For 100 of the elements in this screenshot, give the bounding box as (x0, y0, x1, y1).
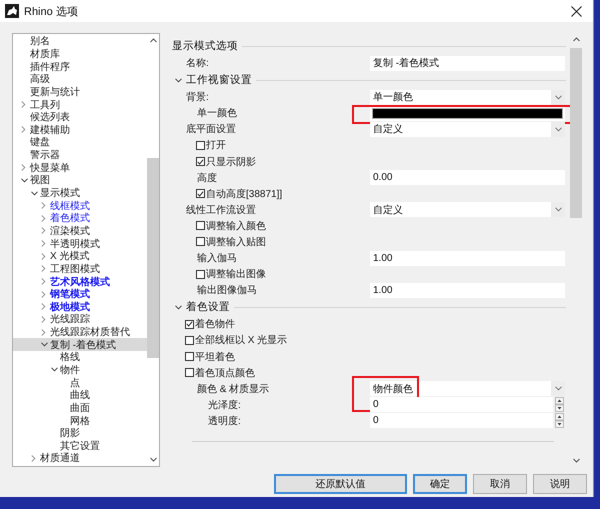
checkbox[interactable] (185, 336, 194, 345)
chevron-right-icon[interactable] (41, 278, 46, 285)
checkbox[interactable] (185, 368, 194, 378)
tree-item[interactable]: 材质库 (13, 48, 147, 60)
tree-item[interactable]: 视图 (13, 174, 147, 187)
scroll-up-icon[interactable] (150, 38, 156, 43)
dialog-button[interactable]: 取消 (473, 474, 527, 494)
tree-item[interactable]: 极地模式 (13, 300, 147, 314)
dropdown[interactable]: 自定义 (370, 122, 565, 137)
chevron-down-icon[interactable] (175, 304, 182, 310)
chevron-right-icon[interactable] (21, 126, 26, 134)
input-field[interactable]: 0.00 (370, 170, 565, 186)
tree-item[interactable]: 格线 (13, 351, 147, 364)
chevron-right-icon[interactable] (41, 316, 46, 323)
tree-item[interactable]: 网格 (13, 414, 147, 427)
scroll-down-icon[interactable] (150, 457, 156, 462)
color-swatch[interactable] (372, 108, 563, 119)
dialog-button[interactable]: 说明 (533, 474, 587, 494)
dropdown[interactable]: 自定义 (370, 202, 565, 218)
number-field[interactable]: 0 (370, 413, 553, 428)
scroll-down-icon[interactable] (572, 458, 580, 463)
tree-item[interactable]: 阴影 (13, 426, 147, 440)
dialog-button[interactable]: 确定 (413, 474, 467, 494)
dropdown[interactable]: 单一颜色 (370, 90, 565, 105)
checkbox-label: 调整输出图像 (206, 268, 266, 282)
tree-item[interactable]: 键盘 (13, 136, 147, 149)
section-title: 工作视窗设置 (186, 73, 252, 88)
tree-item[interactable]: 曲线 (13, 388, 147, 402)
checkbox[interactable] (196, 270, 205, 279)
chevron-down-icon[interactable] (31, 190, 38, 196)
tree-item[interactable]: 工程图模式 (13, 262, 147, 276)
tree-item[interactable]: 复制 -着色模式 (13, 338, 147, 352)
tree-item[interactable]: 钢笔模式 (13, 288, 147, 300)
chevron-down-icon[interactable] (21, 178, 28, 183)
tree-item[interactable]: X 光模式 (13, 250, 147, 263)
checkbox-label: 着色顶点颜色 (195, 366, 255, 380)
checkbox[interactable] (196, 157, 205, 166)
tree-item[interactable]: 点 (13, 376, 147, 389)
chevron-right-icon[interactable] (41, 265, 46, 272)
checkbox[interactable] (196, 189, 205, 198)
checkbox[interactable] (185, 352, 194, 362)
chevron-down-icon[interactable] (51, 367, 58, 372)
tree-item[interactable]: 候选列表 (13, 110, 147, 124)
dropdown[interactable]: 物件颜色 (370, 381, 565, 396)
chevron-right-icon[interactable] (31, 454, 36, 462)
tree-item[interactable]: 光线跟踪材质替代 (13, 326, 147, 338)
chevron-right-icon[interactable] (41, 328, 46, 336)
chevron-right-icon[interactable] (41, 303, 46, 310)
field-label: 名称: (186, 57, 209, 70)
scroll-up-icon[interactable] (572, 37, 580, 42)
checkbox[interactable] (185, 320, 194, 329)
checkbox-label: 全部线框以 X 光显示 (195, 334, 288, 348)
chevron-right-icon[interactable] (21, 164, 26, 172)
field-label: 背景: (186, 90, 209, 104)
tree-item[interactable]: 艺术风格模式 (13, 275, 147, 288)
field-label: 光泽度: (208, 398, 241, 412)
tree-item[interactable]: 光线跟踪 (13, 313, 147, 326)
tree-item[interactable]: 材质通道 (13, 452, 147, 465)
section-title: 着色设置 (186, 300, 230, 314)
checkbox-label: 平坦着色 (195, 350, 235, 364)
tree-item[interactable]: 线框模式 (13, 199, 147, 212)
tree-item[interactable]: 高级 (13, 72, 147, 86)
close-icon[interactable] (571, 6, 582, 16)
tree-item[interactable]: 快显菜单 (13, 161, 147, 174)
input-field[interactable]: 1.00 (370, 282, 565, 298)
checkbox[interactable] (196, 140, 205, 150)
tree-item[interactable]: 曲面 (13, 402, 147, 414)
spinner-arrows-icon[interactable] (553, 397, 565, 412)
tree-item[interactable]: 更新与统计 (13, 86, 147, 98)
chevron-down-icon[interactable] (41, 342, 48, 348)
chevron-down-icon[interactable] (175, 78, 182, 83)
tree-item[interactable]: 渲染模式 (13, 224, 147, 238)
tree-item[interactable]: 物件 (13, 364, 147, 376)
tree-item[interactable]: 显示模式 (13, 186, 147, 200)
chevron-right-icon[interactable] (41, 240, 46, 248)
chevron-right-icon[interactable] (41, 202, 46, 210)
field-label: 单一颜色 (197, 106, 237, 120)
field-label: 透明度: (208, 414, 241, 428)
chevron-right-icon[interactable] (41, 227, 46, 234)
chevron-right-icon[interactable] (41, 214, 46, 222)
field-label: 线性工作流设置 (186, 204, 256, 217)
checkbox[interactable] (196, 221, 205, 230)
tree-item[interactable]: 着色模式 (13, 212, 147, 225)
input-field[interactable]: 1.00 (370, 250, 565, 266)
field-label: 底平面设置 (186, 122, 236, 136)
number-field[interactable]: 0 (370, 397, 553, 412)
tree-item[interactable]: 其它设置 (13, 440, 147, 452)
input-field[interactable]: 复制 -着色模式 (370, 56, 565, 71)
tree-item[interactable]: 插件程序 (13, 60, 147, 73)
spinner-arrows-icon[interactable] (553, 413, 565, 428)
checkbox[interactable] (196, 237, 205, 246)
dialog-button[interactable]: 还原默认值 (274, 474, 407, 494)
chevron-right-icon[interactable] (21, 101, 26, 108)
chevron-right-icon[interactable] (41, 252, 46, 260)
tree-item[interactable]: 别名 (13, 35, 147, 48)
chevron-right-icon[interactable] (41, 290, 46, 298)
tree-item[interactable]: 建模辅助 (13, 123, 147, 136)
tree-item[interactable]: 工具列 (13, 98, 147, 111)
tree-item[interactable]: 半透明模式 (13, 237, 147, 250)
tree-item[interactable]: 警示器 (13, 148, 147, 162)
